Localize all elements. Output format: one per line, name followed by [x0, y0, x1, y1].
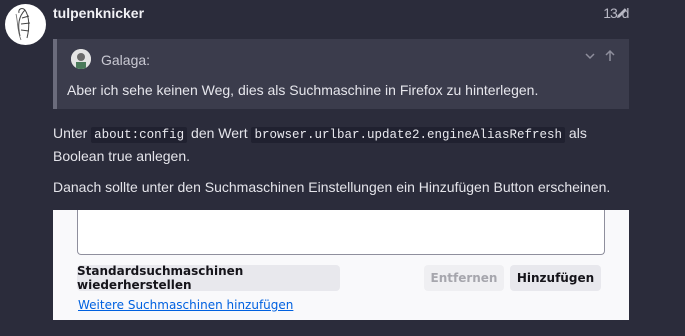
search-engine-list: [77, 210, 605, 255]
post-username[interactable]: tulpenknicker: [53, 5, 144, 21]
code-pref-name: browser.urlbar.update2.engineAliasRefres…: [251, 127, 566, 143]
arrow-up-icon[interactable]: [603, 49, 617, 63]
feather-drawing-icon: [15, 8, 31, 41]
quote-text: Aber ich sehe keinen Weg, dies als Suchm…: [67, 82, 539, 98]
paragraph-config: Unter about:config den Wert browser.urlb…: [53, 123, 629, 167]
quote-author: Galaga:: [101, 52, 151, 68]
quote-avatar: [71, 49, 91, 69]
post-date[interactable]: 3 d: [610, 5, 629, 21]
remove-button: Entfernen: [424, 265, 504, 291]
user-avatar[interactable]: [5, 4, 46, 45]
embedded-screenshot[interactable]: Standardsuchmaschinen wiederherstellen E…: [53, 210, 629, 320]
quote-block: Galaga: Aber ich sehe keinen Weg, dies a…: [53, 39, 629, 109]
paragraph-result: Danach sollte unter den Suchmaschinen Ei…: [53, 179, 611, 195]
chevron-down-icon[interactable]: [583, 49, 597, 63]
p1-before: Unter: [53, 125, 92, 141]
add-button: Hinzufügen: [510, 265, 601, 291]
code-about-config: about:config: [91, 127, 188, 143]
quote-avatar-icon: [71, 49, 91, 69]
quote-controls: [583, 49, 617, 63]
restore-defaults-button: Standardsuchmaschinen wiederherstellen: [77, 264, 340, 292]
p1-mid: den Wert: [187, 125, 252, 141]
more-search-engines-link: Weitere Suchmaschinen hinzufügen: [78, 298, 294, 312]
